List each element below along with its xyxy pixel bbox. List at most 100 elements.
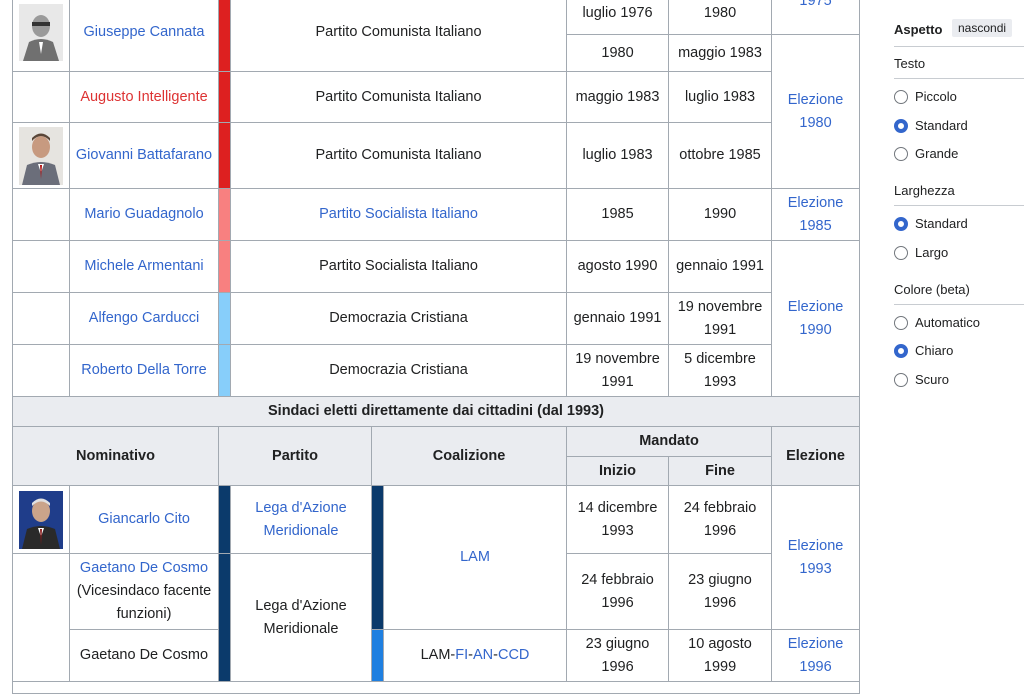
party-color-bar: [218, 188, 231, 241]
party-name: Partito Comunista Italiano: [229, 0, 568, 72]
election-link[interactable]: Elezione 1996: [771, 629, 861, 682]
start-date: luglio 1976: [566, 0, 670, 35]
end-date: 5 dicembre 1993: [668, 344, 773, 397]
empty-photo-cell: [12, 240, 70, 293]
hide-button[interactable]: nascondi: [952, 19, 1013, 37]
party-link[interactable]: Lega d'Azione Meridionale: [230, 485, 372, 554]
party-color-bar: [218, 344, 231, 397]
table-header-row: Nominativo Partito Coalizione Mandato El…: [12, 426, 861, 486]
radio-button[interactable]: [894, 146, 908, 161]
coalition-color-bar: [371, 629, 384, 682]
start-date: luglio 1983: [566, 122, 670, 189]
table-row: Alfengo Carducci Democrazia Cristiana ge…: [12, 292, 860, 345]
radio-option-largo[interactable]: Largo: [894, 245, 948, 260]
mayor-name[interactable]: Giancarlo Cito: [69, 485, 219, 554]
election-link[interactable]: 1975: [771, 0, 861, 35]
coalition-link[interactable]: LAM: [382, 485, 568, 630]
divider: [894, 78, 1024, 79]
radio-button[interactable]: [894, 216, 908, 231]
radio-button[interactable]: [894, 118, 908, 133]
header-mandato: Mandato: [566, 426, 773, 457]
start-date: 1980: [566, 34, 670, 72]
party-name: Democrazia Cristiana: [229, 292, 568, 345]
coalition-color-bar: [371, 485, 384, 630]
coalition-name: LAM-FI-AN-CCD: [382, 629, 568, 682]
start-date: 1985: [566, 188, 670, 241]
coalition-party-link[interactable]: CCD: [498, 647, 529, 663]
header-coalizione: Coalizione: [370, 426, 568, 486]
mayor-name[interactable]: Alfengo Carducci: [69, 292, 219, 345]
empty-photo-cell: [12, 71, 70, 123]
table-row: Gaetano De Cosmo LAM-FI-AN-CCD 23 giugno…: [13, 629, 861, 682]
election-link[interactable]: Elezione 1993: [771, 485, 861, 630]
group-label-testo: Testo: [894, 56, 926, 71]
end-date: 19 novembre 1991: [668, 292, 773, 345]
radio-option-automatico[interactable]: Automatico: [894, 315, 980, 330]
party-name: Partito Socialista Italiano: [229, 240, 568, 293]
start-date: 14 dicembre 1993: [566, 485, 670, 554]
mayors-table: Giuseppe Cannata Partito Comunista Itali…: [11, 0, 861, 694]
start-date: 19 novembre 1991: [566, 344, 670, 397]
radio-button[interactable]: [894, 315, 908, 330]
header-partito: Partito: [218, 426, 372, 486]
header-inizio: Inizio: [566, 456, 670, 486]
coalition-party-link[interactable]: AN: [473, 647, 493, 663]
party-name: Partito Comunista Italiano: [229, 122, 568, 189]
party-link[interactable]: Partito Socialista Italiano: [229, 188, 568, 241]
mayor-name: Gaetano De Cosmo: [69, 629, 219, 682]
radio-option-grande[interactable]: Grande: [894, 146, 958, 161]
radio-option-chiaro[interactable]: Chiaro: [894, 343, 953, 358]
start-date: agosto 1990: [566, 240, 670, 293]
divider: [894, 205, 1024, 206]
radio-option-piccolo[interactable]: Piccolo: [894, 89, 957, 104]
start-date: 23 giugno 1996: [566, 629, 670, 682]
radio-button[interactable]: [894, 89, 908, 104]
table-row: Michele Armentani Partito Socialista Ita…: [12, 240, 861, 397]
mayor-name[interactable]: Roberto Della Torre: [69, 344, 219, 397]
table-row: Sindaci eletti direttamente dai cittadin…: [11, 396, 861, 427]
radio-option-standard-width[interactable]: Standard: [894, 216, 968, 231]
election-link[interactable]: Elezione 1990: [771, 240, 861, 397]
radio-button[interactable]: [894, 245, 908, 260]
empty-photo-cell: [12, 553, 70, 682]
end-date: 1980: [668, 0, 773, 35]
end-date: maggio 1983: [668, 34, 773, 72]
end-date: 24 febbraio 1996: [668, 485, 773, 554]
mayor-name[interactable]: Giuseppe Cannata: [69, 0, 219, 72]
party-color-bar: [218, 292, 231, 345]
party-color-bar: [218, 553, 231, 682]
header-nominativo: Nominativo: [12, 426, 219, 486]
party-color-bar: [218, 240, 231, 293]
election-link[interactable]: Elezione 1985: [771, 188, 861, 241]
mayor-note: (Vicesindaco facente funzioni): [76, 583, 212, 622]
end-date: 1990: [668, 188, 773, 241]
divider: [894, 46, 1024, 47]
mayor-name[interactable]: Gaetano De Cosmo (Vicesindaco facente fu…: [69, 553, 219, 630]
mayor-name[interactable]: Mario Guadagnolo: [69, 188, 219, 241]
radio-option-standard-text[interactable]: Standard: [894, 118, 968, 133]
empty-photo-cell: [12, 344, 70, 397]
start-date: gennaio 1991: [566, 292, 670, 345]
table-row: Giovanni Battafarano Partito Comunista I…: [12, 122, 860, 189]
appearance-title: Aspetto: [894, 22, 943, 37]
election-link[interactable]: Elezione 1980: [771, 34, 861, 189]
portrait-photo: [12, 0, 70, 72]
coalition-party-link[interactable]: FI: [455, 647, 468, 663]
portrait-photo: [12, 485, 70, 554]
mayor-name[interactable]: Michele Armentani: [69, 240, 219, 293]
party-color-bar: [218, 122, 231, 189]
party-color-bar: [218, 485, 231, 554]
table-row: Giuseppe Cannata Partito Comunista Itali…: [12, 0, 861, 72]
mayor-name[interactable]: Augusto Intelligente: [69, 71, 219, 123]
party-name: Democrazia Cristiana: [229, 344, 568, 397]
header-elezione: Elezione: [771, 426, 861, 486]
radio-button[interactable]: [894, 372, 908, 387]
group-label-larghezza: Larghezza: [894, 183, 955, 198]
mayor-name[interactable]: Giovanni Battafarano: [69, 122, 219, 189]
radio-option-scuro[interactable]: Scuro: [894, 372, 949, 387]
mayors-table-wrap: Giuseppe Cannata Partito Comunista Itali…: [11, 0, 861, 694]
end-date: ottobre 1985: [668, 122, 773, 189]
group-label-colore: Colore (beta): [894, 282, 970, 297]
portrait-photo: [12, 122, 70, 189]
radio-button[interactable]: [894, 343, 908, 358]
